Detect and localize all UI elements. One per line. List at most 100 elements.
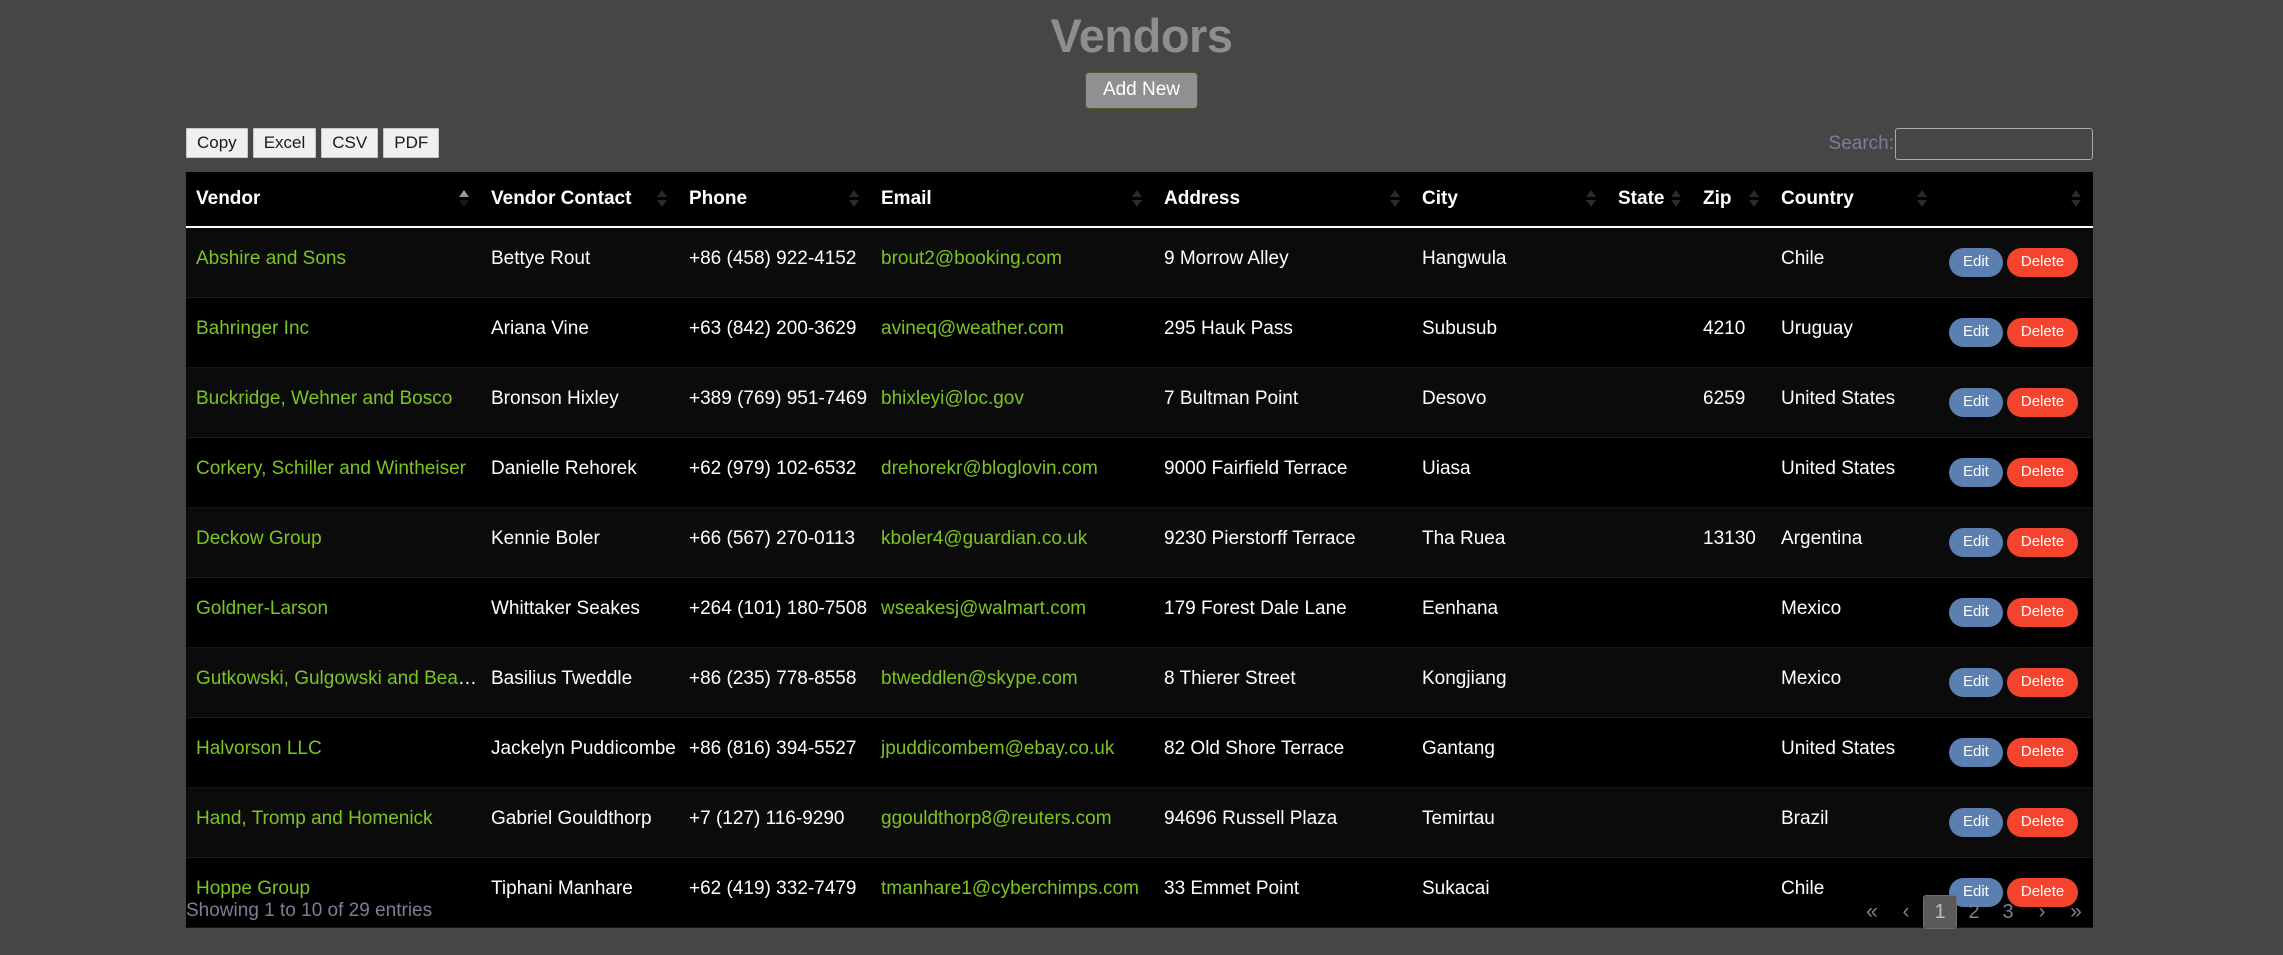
edit-button[interactable]: Edit [1949, 458, 2003, 487]
cell-city: Temirtau [1412, 787, 1608, 858]
cell-vendor: Deckow Group [186, 507, 481, 578]
sort-arrow-icon [1917, 189, 1927, 209]
cell-vendor: Buckridge, Wehner and Bosco [186, 367, 481, 438]
cell-email: wseakesj@walmart.com [871, 577, 1154, 648]
cell-phone: +7 (127) 116-9290 [679, 787, 871, 858]
export-button-copy[interactable]: Copy [186, 128, 248, 158]
table-header-row: Vendor Vendor Contact Phone Email Address Cit… [186, 172, 2093, 228]
vendor-name-link[interactable]: Buckridge, Wehner and Bosco [196, 388, 452, 409]
cell-phone: +66 (567) 270-0113 [679, 507, 871, 578]
delete-button[interactable]: Delete [2006, 738, 2079, 767]
pagination-page-2[interactable]: 2 [1957, 895, 1991, 929]
vendor-email-link[interactable]: kboler4@guardian.co.uk [881, 528, 1087, 549]
cell-actions: Edit Delete [1939, 367, 2093, 438]
delete-button[interactable]: Delete [2006, 318, 2079, 347]
export-button-pdf[interactable]: PDF [383, 128, 440, 158]
cell-country: United States [1771, 367, 1939, 438]
edit-button[interactable]: Edit [1949, 738, 2003, 767]
cell-contact: Whittaker Seakes [481, 577, 679, 648]
edit-button[interactable]: Edit [1949, 598, 2003, 627]
cell-phone: +86 (458) 922-4152 [679, 227, 871, 298]
cell-country: Argentina [1771, 507, 1939, 578]
sort-arrow-icon [1671, 189, 1681, 209]
column-header-address[interactable]: Address [1154, 172, 1412, 228]
cell-phone: +86 (816) 394-5527 [679, 717, 871, 788]
edit-button[interactable]: Edit [1949, 528, 2003, 557]
vendor-email-link[interactable]: btweddlen@skype.com [881, 668, 1078, 689]
table-row: Deckow Group Kennie Boler +66 (567) 270-01… [186, 507, 2093, 578]
column-header-label: Country [1781, 188, 1854, 209]
pagination-previous[interactable]: ‹ [1889, 895, 1923, 929]
cell-email: bhixleyi@loc.gov [871, 367, 1154, 438]
delete-button[interactable]: Delete [2006, 668, 2079, 697]
column-header-country[interactable]: Country [1771, 172, 1939, 228]
vendor-name-link[interactable]: Goldner-Larson [196, 598, 328, 619]
sort-arrow-icon [1586, 189, 1596, 209]
column-header-state[interactable]: State [1608, 172, 1693, 228]
vendor-name-link[interactable]: Bahringer Inc [196, 318, 309, 339]
vendor-name-link[interactable]: Deckow Group [196, 528, 322, 549]
export-button-excel[interactable]: Excel [252, 128, 317, 158]
column-header-vendor-contact[interactable]: Vendor Contact [481, 172, 679, 228]
export-button-csv[interactable]: CSV [321, 128, 379, 158]
edit-button[interactable]: Edit [1949, 318, 2003, 347]
vendor-email-link[interactable]: avineq@weather.com [881, 318, 1064, 339]
column-header-city[interactable]: City [1412, 172, 1608, 228]
delete-button[interactable]: Delete [2006, 248, 2079, 277]
column-header-actions[interactable] [1939, 172, 2093, 228]
cell-state [1608, 717, 1693, 788]
column-header-label: Email [881, 188, 932, 209]
cell-city: Kongjiang [1412, 647, 1608, 718]
cell-city: Subusub [1412, 297, 1608, 368]
delete-button[interactable]: Delete [2006, 458, 2079, 487]
vendor-email-link[interactable]: drehorekr@bloglovin.com [881, 458, 1098, 479]
vendor-name-link[interactable]: Gutkowski, Gulgowski and Beahan [196, 668, 481, 689]
cell-city: Hangwula [1412, 227, 1608, 298]
cell-phone: +389 (769) 951-7469 [679, 367, 871, 438]
table-row: Goldner-Larson Whittaker Seakes +264 (101)… [186, 577, 2093, 648]
table-row: Halvorson LLC Jackelyn Puddicombe +86 (816… [186, 717, 2093, 788]
delete-button[interactable]: Delete [2006, 598, 2079, 627]
cell-address: 9 Morrow Alley [1154, 227, 1412, 298]
edit-button[interactable]: Edit [1949, 808, 2003, 837]
table-row: Bahringer Inc Ariana Vine +63 (842) 200-36… [186, 297, 2093, 368]
delete-button[interactable]: Delete [2006, 808, 2079, 837]
edit-button[interactable]: Edit [1949, 668, 2003, 697]
vendor-email-link[interactable]: ggouldthorp8@reuters.com [881, 808, 1112, 829]
pagination-page-3[interactable]: 3 [1991, 895, 2025, 929]
vendor-email-link[interactable]: bhixleyi@loc.gov [881, 388, 1024, 409]
column-header-vendor[interactable]: Vendor [186, 172, 481, 228]
cell-email: kboler4@guardian.co.uk [871, 507, 1154, 578]
add-new-button[interactable]: Add New [1084, 72, 1199, 109]
column-header-zip[interactable]: Zip [1693, 172, 1771, 228]
vendor-name-link[interactable]: Abshire and Sons [196, 248, 346, 269]
search-input[interactable] [1895, 128, 2093, 160]
cell-country: Chile [1771, 227, 1939, 298]
vendor-email-link[interactable]: jpuddicombem@ebay.co.uk [881, 738, 1114, 759]
cell-country: Brazil [1771, 787, 1939, 858]
cell-zip [1693, 787, 1771, 858]
pagination-page-1[interactable]: 1 [1923, 895, 1957, 929]
delete-button[interactable]: Delete [2006, 388, 2079, 417]
column-header-phone[interactable]: Phone [679, 172, 871, 228]
cell-phone: +62 (979) 102-6532 [679, 437, 871, 508]
pagination-next[interactable]: › [2025, 895, 2059, 929]
cell-actions: Edit Delete [1939, 717, 2093, 788]
vendor-email-link[interactable]: brout2@booking.com [881, 248, 1062, 269]
vendor-email-link[interactable]: wseakesj@walmart.com [881, 598, 1086, 619]
edit-button[interactable]: Edit [1949, 248, 2003, 277]
edit-button[interactable]: Edit [1949, 388, 2003, 417]
pagination-last[interactable]: » [2059, 895, 2093, 929]
column-header-email[interactable]: Email [871, 172, 1154, 228]
cell-email: btweddlen@skype.com [871, 647, 1154, 718]
cell-zip: 6259 [1693, 367, 1771, 438]
vendor-name-link[interactable]: Halvorson LLC [196, 738, 322, 759]
pagination: «‹ 1 2 3 ›» [1855, 895, 2093, 929]
vendor-name-link[interactable]: Hand, Tromp and Homenick [196, 808, 433, 829]
vendor-name-link[interactable]: Corkery, Schiller and Wintheiser [196, 458, 466, 479]
cell-actions: Edit Delete [1939, 647, 2093, 718]
cell-state [1608, 367, 1693, 438]
cell-city: Desovo [1412, 367, 1608, 438]
delete-button[interactable]: Delete [2006, 528, 2079, 557]
pagination-first[interactable]: « [1855, 895, 1889, 929]
